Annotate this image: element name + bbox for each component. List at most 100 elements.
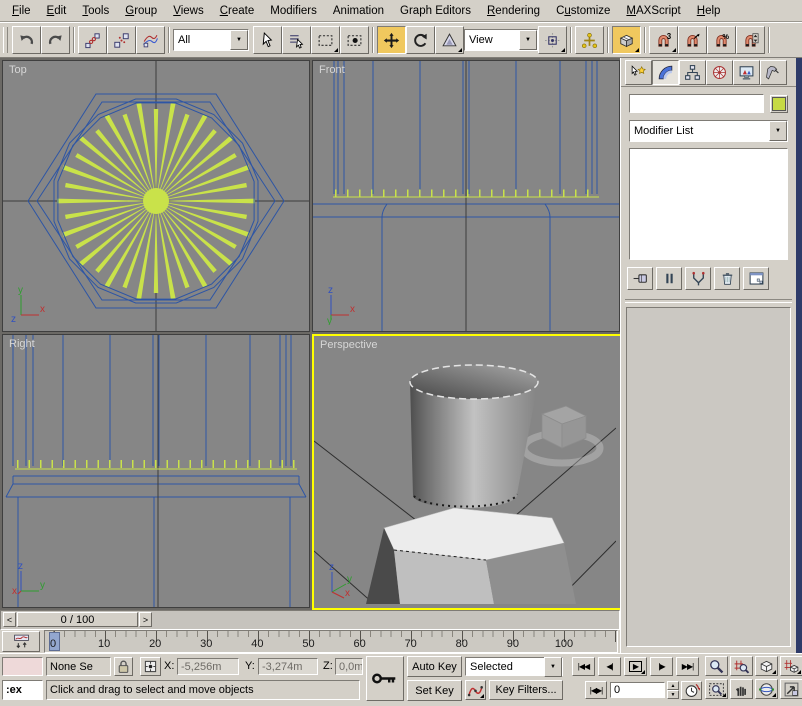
dropdown-arrow-icon[interactable]: ▼ <box>230 30 248 50</box>
modifier-list-dropdown[interactable]: Modifier List ▼ <box>629 120 788 142</box>
tab-motion[interactable] <box>706 60 733 85</box>
tab-create[interactable] <box>625 60 652 85</box>
tab-display[interactable] <box>733 60 760 85</box>
percent-snap-toggle-button[interactable] <box>707 26 736 54</box>
track-bar-ruler[interactable]: 0102030405060708090100 <box>44 630 618 653</box>
menu-help[interactable]: Help <box>689 3 729 19</box>
remove-modifier-button[interactable] <box>714 267 740 290</box>
show-end-result-button[interactable] <box>656 267 682 290</box>
go-to-end-button[interactable]: ▶▶| <box>676 657 699 676</box>
selection-lock-toggle-button[interactable] <box>114 657 133 676</box>
time-slider-previous-button[interactable]: < <box>3 612 16 627</box>
svg-text:z: z <box>328 285 333 296</box>
zoom-region-button[interactable] <box>705 679 728 699</box>
make-unique-button[interactable] <box>685 267 711 290</box>
bind-to-space-warp-button[interactable] <box>136 26 165 54</box>
unlink-selection-button[interactable] <box>107 26 136 54</box>
spinner-snap-toggle-button[interactable] <box>736 26 765 54</box>
spinner-down-icon[interactable]: ▼ <box>667 690 679 699</box>
window-crossing-toggle-button[interactable] <box>340 26 369 54</box>
arc-rotate-button[interactable] <box>755 679 778 699</box>
time-slider-next-button[interactable]: > <box>139 612 152 627</box>
spinner-up-icon[interactable]: ▲ <box>667 681 679 690</box>
zoom-extents-button[interactable] <box>755 656 778 676</box>
rectangular-selection-region-button[interactable] <box>311 26 340 54</box>
snap-toggle-3d-button[interactable] <box>649 26 678 54</box>
select-by-name-button[interactable] <box>282 26 311 54</box>
selection-filter-dropdown[interactable]: All ▼ <box>173 29 249 51</box>
rollout-area[interactable] <box>626 307 791 647</box>
x-coordinate-field[interactable]: -5,256m <box>177 658 239 675</box>
viewport-right[interactable]: Right z x y <box>2 334 310 608</box>
tab-modify[interactable] <box>652 60 679 85</box>
zoom-extents-all-button[interactable] <box>780 656 802 676</box>
object-name-field[interactable] <box>629 94 764 113</box>
snaps-toggle-button[interactable] <box>612 26 641 54</box>
maxscript-mini-listener[interactable]: :ex <box>2 680 43 700</box>
menu-group[interactable]: Group <box>117 3 165 19</box>
absolute-mode-transform-button[interactable] <box>140 657 161 676</box>
object-color-swatch[interactable] <box>770 95 788 113</box>
menu-animation[interactable]: Animation <box>325 3 392 19</box>
auto-key-button[interactable]: Auto Key <box>407 656 462 677</box>
select-and-link-button[interactable] <box>78 26 107 54</box>
default-key-tangent-button[interactable] <box>465 680 486 700</box>
menu-edit[interactable]: Edit <box>39 3 75 19</box>
use-pivot-point-center-button[interactable] <box>538 26 567 54</box>
go-to-start-button[interactable]: |◀◀ <box>572 657 595 676</box>
reference-coordinate-system-dropdown[interactable]: View ▼ <box>464 29 538 51</box>
modifier-stack-list[interactable] <box>629 148 788 260</box>
dropdown-arrow-icon[interactable]: ▼ <box>769 121 787 141</box>
undo-button[interactable] <box>12 26 41 54</box>
zoom-button[interactable] <box>705 656 728 676</box>
menu-modifiers[interactable]: Modifiers <box>262 3 325 19</box>
select-and-scale-button[interactable] <box>435 26 464 54</box>
viewport-front[interactable]: Front z y x <box>312 60 620 332</box>
frame-spinner[interactable]: ▲▼ <box>667 681 679 699</box>
key-selection-filter-dropdown[interactable]: Selected ▼ <box>465 657 563 676</box>
z-coordinate-field[interactable]: 0,0m <box>335 658 363 675</box>
viewport-perspective[interactable]: Perspective <box>312 334 622 610</box>
set-keys-button[interactable] <box>366 656 404 701</box>
select-and-rotate-button[interactable] <box>406 26 435 54</box>
menu-create[interactable]: Create <box>212 3 263 19</box>
viewport-top[interactable]: Top y z x <box>2 60 310 332</box>
main-toolbar: All ▼ View ▼ <box>0 22 802 58</box>
menu-file[interactable]: File <box>4 3 39 19</box>
viewport-label: Perspective <box>320 339 377 351</box>
menu-tools[interactable]: Tools <box>74 3 117 19</box>
select-and-manipulate-button[interactable] <box>575 26 604 54</box>
zoom-all-button[interactable] <box>730 656 753 676</box>
key-filters-button[interactable]: Key Filters... <box>489 680 563 700</box>
angle-snap-toggle-button[interactable] <box>678 26 707 54</box>
select-and-move-button[interactable] <box>377 26 406 54</box>
select-object-button[interactable] <box>253 26 282 54</box>
dropdown-arrow-icon[interactable]: ▼ <box>544 657 562 677</box>
pin-stack-button[interactable] <box>627 267 653 290</box>
pan-view-button[interactable] <box>730 679 753 699</box>
configure-modifier-sets-button[interactable] <box>743 267 769 290</box>
redo-button[interactable] <box>41 26 70 54</box>
next-frame-button[interactable]: |▶ <box>650 657 673 676</box>
tab-hierarchy[interactable] <box>679 60 706 85</box>
open-mini-curve-editor-button[interactable] <box>2 631 40 652</box>
menu-graph-editors[interactable]: Graph Editors <box>392 3 479 19</box>
current-frame-field[interactable]: 0 <box>610 682 665 698</box>
set-key-button[interactable]: Set Key <box>407 680 462 701</box>
viewport-navigation-controls <box>705 656 801 702</box>
toolbar-grip[interactable] <box>3 27 8 53</box>
menu-rendering[interactable]: Rendering <box>479 3 548 19</box>
menu-customize[interactable]: Customize <box>548 3 618 19</box>
maximize-viewport-toggle-button[interactable] <box>780 679 802 699</box>
menu-views[interactable]: Views <box>165 3 211 19</box>
play-animation-button[interactable]: ▶ <box>624 657 647 676</box>
macro-recorder-pane[interactable] <box>2 657 43 676</box>
time-slider-handle[interactable]: 0 / 100 <box>17 612 138 627</box>
y-coordinate-field[interactable]: -3,274m <box>258 658 318 675</box>
previous-frame-button[interactable]: ◀| <box>598 657 621 676</box>
time-configuration-button[interactable] <box>681 681 702 700</box>
menu-maxscript[interactable]: MAXScript <box>618 3 688 19</box>
key-mode-toggle-button[interactable]: |◀▶| <box>585 681 607 699</box>
dropdown-arrow-icon[interactable]: ▼ <box>519 30 537 50</box>
tab-utilities[interactable] <box>760 60 787 85</box>
